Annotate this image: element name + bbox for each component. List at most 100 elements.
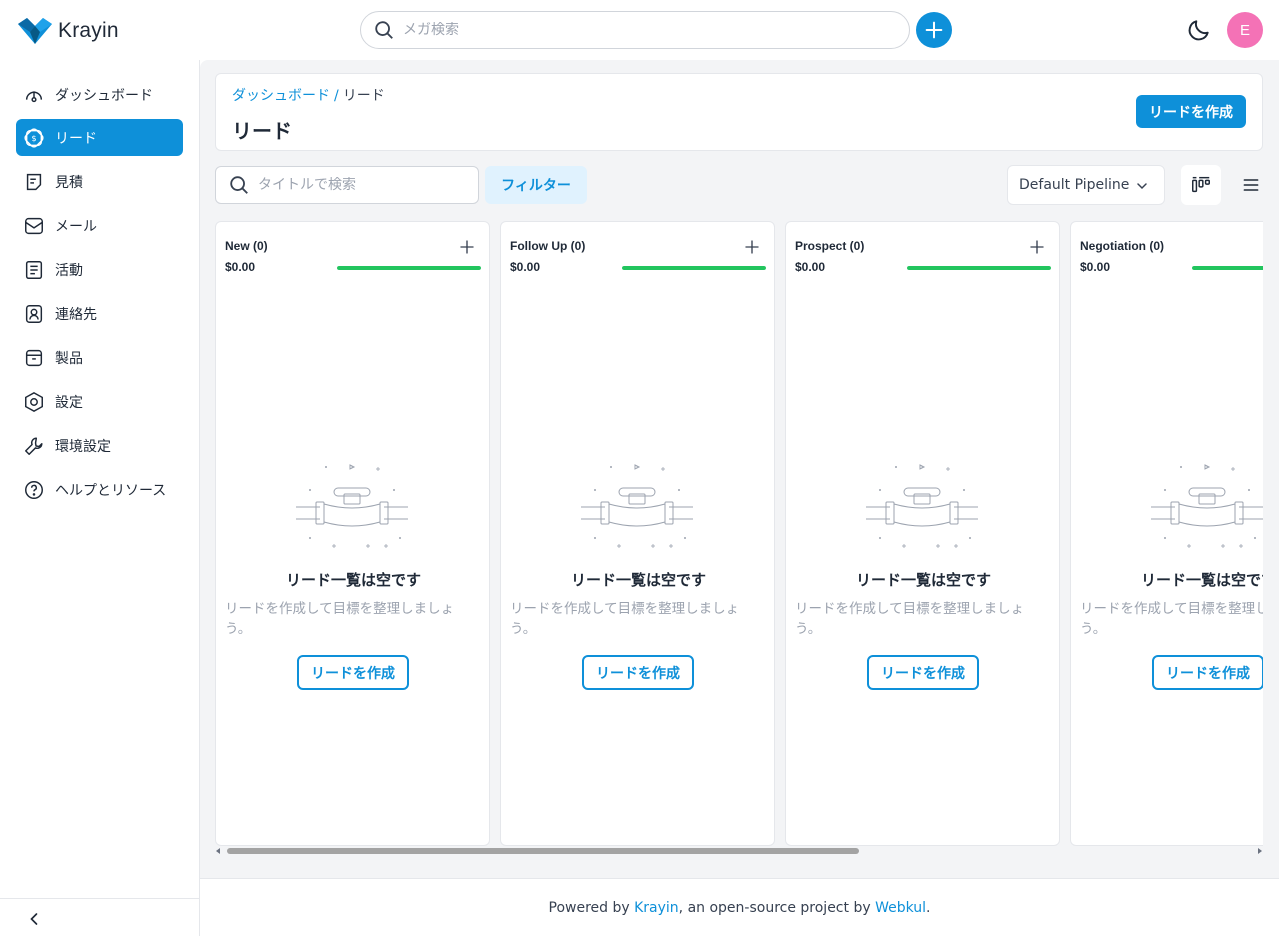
pipeline-selected-value: Default Pipeline (1019, 177, 1130, 193)
kanban-board: New (0) $0.00 リード一覧は空ですリードを作成して目標を整理しましょう。… (215, 221, 1263, 847)
column-amount: $0.00 (1080, 260, 1111, 274)
add-lead-plus-icon[interactable] (1028, 238, 1046, 256)
sidebar-item-label: リード (55, 130, 97, 147)
mega-search-input[interactable] (403, 22, 883, 38)
sidebar-item-settings[interactable]: 設定 (16, 383, 183, 420)
quick-create-button[interactable] (916, 12, 952, 48)
column-amount: $0.00 (795, 260, 826, 274)
breadcrumb: ダッシュボード / リード (232, 85, 385, 105)
pipeline-select[interactable]: Default Pipeline (1007, 165, 1165, 205)
add-lead-plus-icon[interactable] (458, 238, 476, 256)
empty-state-description: リードを作成して目標を整理しましょう。 (795, 601, 1025, 637)
empty-pipe-illustration-icon (296, 462, 408, 552)
scroll-right-arrow[interactable] (1258, 848, 1262, 854)
filter-button[interactable]: フィルター (485, 166, 587, 204)
svg-text:$: $ (31, 133, 36, 143)
list-view-button[interactable] (1231, 165, 1271, 205)
title-search-box[interactable] (215, 166, 479, 204)
dark-mode-toggle-icon[interactable] (1186, 17, 1212, 43)
sidebar-item-label: 連絡先 (55, 306, 97, 323)
kanban-column: Negotiation (0) $0.00 リード一覧は空です リードを作成して目標を… (1070, 221, 1263, 846)
column-title: New (0) (225, 239, 268, 253)
sidebar-item-label: 活動 (55, 262, 83, 279)
sidebar-item-label: メール (55, 218, 97, 235)
quotes-icon (23, 171, 45, 193)
empty-state-description: リードを作成して目標を整理しましょう。 (1080, 601, 1263, 637)
scroll-left-arrow[interactable] (216, 848, 220, 854)
progress-fill (337, 266, 481, 270)
sidebar-item-configuration[interactable]: 環境設定 (16, 427, 183, 464)
user-avatar[interactable]: E (1227, 12, 1263, 48)
chevron-down-icon (1137, 183, 1147, 190)
column-amount: $0.00 (225, 260, 256, 274)
krayin-logo-icon (18, 18, 52, 44)
kanban-column: New (0) $0.00 リード一覧は空ですリードを作成して目標を整理しましょう。… (215, 221, 490, 846)
breadcrumb-separator: / (334, 88, 339, 104)
empty-state-title: リード一覧は空です (570, 571, 706, 589)
avatar-initial: E (1239, 21, 1250, 39)
sidebar-item-activities[interactable]: 活動 (16, 251, 183, 288)
sidebar-item-label: 環境設定 (55, 438, 111, 455)
sidebar-item-quotes[interactable]: 見積 (16, 163, 183, 200)
sidebar-item-label: ダッシュボード (55, 87, 153, 104)
mail-icon (23, 215, 45, 237)
sidebar-item-label: 見積 (55, 174, 83, 191)
empty-create-lead-button[interactable]: リードを作成 (867, 655, 979, 690)
board-horizontal-scrollbar[interactable] (215, 847, 1263, 855)
empty-pipe-illustration-icon (866, 462, 978, 552)
help-icon (23, 479, 45, 501)
column-title: Follow Up (0) (510, 239, 586, 253)
empty-create-lead-button[interactable]: リードを作成 (297, 655, 409, 690)
sidebar-item-dashboard[interactable]: ダッシュボード (16, 76, 183, 113)
krayin-link[interactable]: Krayin (634, 900, 679, 916)
sidebar-item-products[interactable]: 製品 (16, 339, 183, 376)
add-lead-plus-icon[interactable] (743, 238, 761, 256)
logo-text: Krayin (58, 19, 119, 42)
krayin-logo[interactable]: Krayin (18, 18, 119, 44)
column-amount: $0.00 (510, 260, 541, 274)
sidebar-item-contacts[interactable]: 連絡先 (16, 295, 183, 332)
progress-fill (1192, 266, 1263, 270)
mega-search-box[interactable] (360, 11, 910, 49)
empty-create-lead-button[interactable]: リードを作成 (1152, 655, 1263, 690)
footer-middle: , an open-source project by (678, 899, 876, 916)
column-progress-bar (907, 266, 1051, 270)
column-title: Prospect (0) (795, 239, 865, 253)
scrollbar-thumb[interactable] (227, 848, 859, 854)
column-title: Negotiation (0) (1080, 239, 1164, 253)
kanban-icon (1192, 176, 1210, 193)
empty-state-description: リードを作成して目標を整理しましょう。 (225, 601, 455, 637)
create-lead-button[interactable]: リードを作成 (1136, 95, 1246, 128)
dashboard-icon (23, 84, 45, 106)
products-icon (23, 347, 45, 369)
column-progress-bar (337, 266, 481, 270)
title-search-input[interactable] (258, 177, 468, 193)
kanban-column: Prospect (0) $0.00 リード一覧は空ですリードを作成して目標を整理し… (785, 221, 1060, 846)
sidebar-item-label: 設定 (55, 394, 83, 411)
empty-state-title: リード一覧は空です (855, 571, 991, 589)
contacts-icon (23, 303, 45, 325)
empty-state-title: リード一覧は空です (285, 571, 421, 589)
breadcrumb-current: リード (342, 88, 385, 104)
wrench-icon (23, 435, 45, 457)
sidebar-item-mail[interactable]: メール (16, 207, 183, 244)
sidebar-collapse-bar (0, 898, 199, 936)
chevron-left-icon[interactable] (24, 909, 44, 929)
footer-suffix: . (926, 899, 931, 916)
webkul-link[interactable]: Webkul (875, 900, 926, 916)
footer-prefix: Powered by (548, 899, 635, 916)
empty-state-description: リードを作成して目標を整理しましょう。 (510, 601, 740, 637)
sidebar-item-label: 製品 (55, 350, 83, 367)
sidebar-item-label: ヘルプとリソース (55, 482, 167, 499)
footer: Powered by Krayin, an open-source projec… (200, 878, 1279, 936)
sidebar-item-help[interactable]: ヘルプとリソース (16, 471, 183, 508)
page-title: リード (232, 119, 292, 143)
settings-icon (23, 391, 45, 413)
progress-fill (907, 266, 1051, 270)
kanban-view-button[interactable] (1181, 165, 1221, 205)
search-icon (375, 21, 393, 39)
empty-create-lead-button[interactable]: リードを作成 (582, 655, 694, 690)
sidebar-item-leads[interactable]: $ リード (16, 119, 183, 156)
activities-icon (23, 259, 45, 281)
breadcrumb-dashboard-link[interactable]: ダッシュボード (232, 88, 330, 104)
